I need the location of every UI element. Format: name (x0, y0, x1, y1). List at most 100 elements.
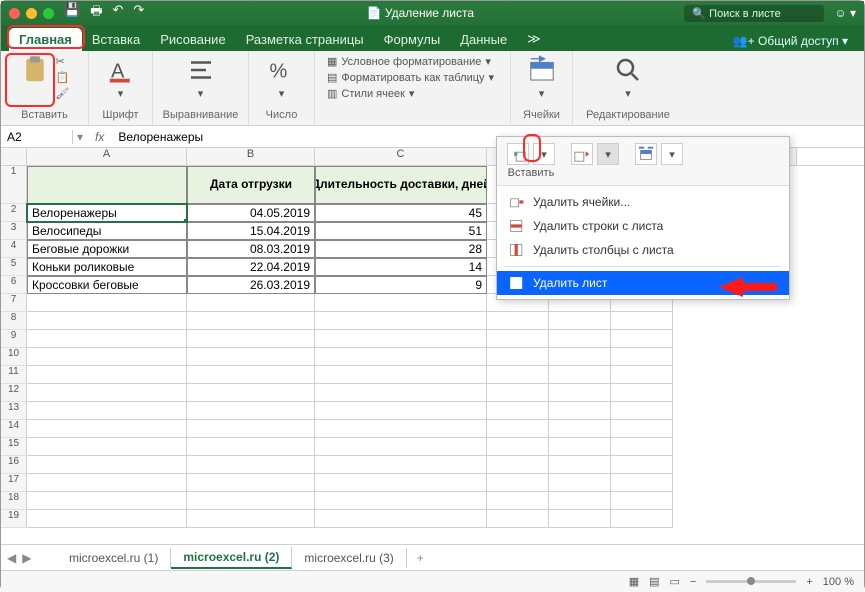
row-header[interactable]: 8 (1, 312, 27, 330)
row-header[interactable]: 10 (1, 348, 27, 366)
save-icon[interactable]: 💾 (64, 2, 80, 24)
cell[interactable] (487, 366, 549, 384)
cell[interactable] (27, 366, 187, 384)
name-box-dropdown-icon[interactable]: ▾ (73, 130, 87, 144)
add-sheet-button[interactable]: + (407, 551, 434, 565)
paste-button[interactable] (20, 55, 50, 85)
cell[interactable]: Коньки роликовые (27, 258, 187, 276)
row-header[interactable]: 17 (1, 474, 27, 492)
cell[interactable] (487, 438, 549, 456)
cell[interactable] (487, 420, 549, 438)
cell[interactable] (549, 420, 611, 438)
zoom-level[interactable]: 100 % (823, 576, 854, 588)
font-button[interactable]: A▾ (106, 55, 136, 100)
cell[interactable] (549, 492, 611, 510)
cell[interactable] (549, 312, 611, 330)
sheet-tab[interactable]: microexcel.ru (2) (171, 547, 292, 569)
cell[interactable] (487, 330, 549, 348)
cell[interactable] (315, 312, 487, 330)
cell[interactable] (187, 384, 315, 402)
cell[interactable] (611, 348, 673, 366)
cell[interactable] (315, 366, 487, 384)
menu-delete-cells[interactable]: Удалить ячейки... (497, 190, 789, 214)
cell[interactable] (315, 402, 487, 420)
cell[interactable] (315, 330, 487, 348)
cell[interactable] (487, 384, 549, 402)
cell[interactable]: Велоренажеры (27, 204, 187, 222)
view-page-break-icon[interactable]: ▭ (670, 575, 680, 588)
print-icon[interactable]: 🖶 (90, 2, 102, 24)
tab-data[interactable]: Данные (450, 28, 517, 51)
cells-button[interactable]: ▾ (527, 55, 557, 100)
cell[interactable] (187, 366, 315, 384)
search-input[interactable]: 🔍 Поиск в листе (684, 5, 824, 22)
cell[interactable] (611, 366, 673, 384)
cell[interactable] (27, 456, 187, 474)
cell[interactable] (27, 492, 187, 510)
insert-cell-dropdown-icon[interactable]: ▾ (533, 143, 555, 165)
cell[interactable] (315, 474, 487, 492)
name-box[interactable]: A2 (1, 130, 73, 144)
maximize-window-icon[interactable] (43, 8, 54, 19)
cell[interactable]: Велосипеды (27, 222, 187, 240)
cell[interactable]: 26.03.2019 (187, 276, 315, 294)
cell[interactable] (611, 492, 673, 510)
cell[interactable] (611, 384, 673, 402)
row-header[interactable]: 14 (1, 420, 27, 438)
cell[interactable] (487, 510, 549, 528)
fx-icon[interactable]: fx (87, 130, 112, 144)
sheet-tab[interactable]: microexcel.ru (1) (57, 548, 171, 568)
cell[interactable] (315, 294, 487, 312)
row-header[interactable]: 4 (1, 240, 27, 258)
cell[interactable] (315, 456, 487, 474)
row-header[interactable]: 15 (1, 438, 27, 456)
format-cell-dropdown-icon[interactable]: ▾ (661, 143, 683, 165)
cell[interactable] (27, 294, 187, 312)
table-header-cell[interactable]: Дата отгрузки (187, 166, 315, 204)
cell[interactable] (487, 402, 549, 420)
row-header[interactable]: 11 (1, 366, 27, 384)
cell[interactable] (487, 312, 549, 330)
cell[interactable] (315, 510, 487, 528)
cell[interactable] (187, 348, 315, 366)
cell[interactable]: 28 (315, 240, 487, 258)
format-painter-icon[interactable]: 🖌 (56, 87, 70, 100)
delete-cell-icon[interactable] (571, 143, 593, 165)
zoom-out-icon[interactable]: − (690, 576, 696, 588)
cell[interactable] (611, 312, 673, 330)
zoom-slider[interactable] (706, 580, 796, 583)
cell[interactable] (487, 348, 549, 366)
cell[interactable]: 08.03.2019 (187, 240, 315, 258)
cell[interactable] (549, 384, 611, 402)
cell[interactable]: 15.04.2019 (187, 222, 315, 240)
view-normal-icon[interactable]: ▦ (629, 575, 639, 588)
cell[interactable] (487, 492, 549, 510)
table-header-cell[interactable]: Длительность доставки, дней (315, 166, 487, 204)
insert-cell-icon[interactable] (507, 143, 529, 165)
cell-styles-button[interactable]: ▥Стили ячеек ▾ (327, 87, 494, 100)
cell[interactable] (315, 438, 487, 456)
conditional-formatting-button[interactable]: ▦Условное форматирование ▾ (327, 55, 494, 68)
row-header[interactable]: 5 (1, 258, 27, 276)
row-header[interactable]: 6 (1, 276, 27, 294)
window-controls[interactable] (9, 8, 54, 19)
col-header[interactable]: A (27, 148, 187, 165)
row-header[interactable]: 12 (1, 384, 27, 402)
cell[interactable] (187, 456, 315, 474)
format-as-table-button[interactable]: ▤Форматировать как таблицу ▾ (327, 71, 494, 84)
cell[interactable]: 45 (315, 204, 487, 222)
cell[interactable] (611, 330, 673, 348)
tab-formulas[interactable]: Формулы (374, 28, 451, 51)
sheet-tab[interactable]: microexcel.ru (3) (292, 548, 406, 568)
row-header[interactable]: 18 (1, 492, 27, 510)
row-header[interactable]: 7 (1, 294, 27, 312)
cell[interactable] (611, 510, 673, 528)
tab-more[interactable]: ≫ (517, 27, 551, 51)
cell[interactable] (27, 330, 187, 348)
cell[interactable] (187, 402, 315, 420)
cell[interactable] (187, 312, 315, 330)
minimize-window-icon[interactable] (26, 8, 37, 19)
cell[interactable] (549, 510, 611, 528)
cell[interactable] (549, 474, 611, 492)
cell[interactable] (27, 348, 187, 366)
